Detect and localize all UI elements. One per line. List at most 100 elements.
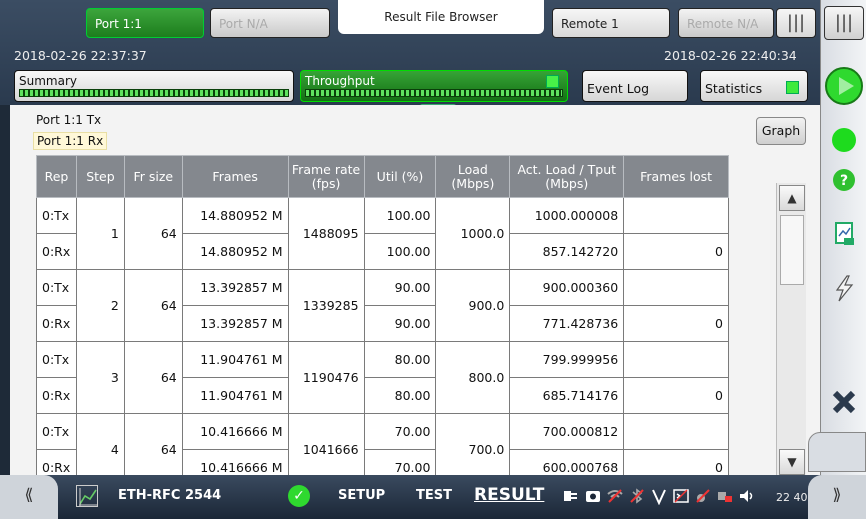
menu-button[interactable]: |||: [776, 8, 816, 38]
cell-frames: 13.392857 M: [181, 305, 289, 342]
cell-util: 80.00: [363, 377, 437, 414]
bluetooth-off-icon: [630, 488, 644, 504]
table-row[interactable]: 0:Tx 1 64 14.880952 M 1488095 100.00 1000.0 100…: [36, 197, 729, 270]
cell-load: 800.0: [435, 341, 511, 414]
tab-throughput-label: Throughput: [305, 74, 375, 88]
status-icons: [560, 485, 798, 509]
port-rx-label[interactable]: Port 1:1 Rx: [33, 132, 108, 150]
tab-port-na[interactable]: Port N/A: [210, 8, 330, 38]
cell-rep: 0:Rx: [36, 305, 77, 342]
results-panel: Port 1:1 Tx Port 1:1 Rx Graph Rep Step F…: [10, 105, 820, 475]
table-row[interactable]: 0:Tx 4 64 10.416666 M 1041666 70.00 700.0 700.0…: [36, 413, 729, 475]
menu-icon: |||: [786, 12, 806, 33]
status-led-button[interactable]: [824, 120, 864, 160]
tab-port-1-1[interactable]: Port 1:1: [86, 8, 204, 38]
summary-status-bar: [19, 89, 289, 97]
cell-rep: 0:Rx: [36, 449, 77, 475]
throughput-table[interactable]: Rep Step Fr size Frames Frame rate (fps)…: [36, 155, 771, 475]
svg-text:?: ?: [840, 173, 848, 189]
test-tab[interactable]: TEST: [416, 488, 452, 503]
tab-throughput[interactable]: Throughput: [300, 70, 568, 102]
cell-step: 4: [75, 413, 125, 475]
scroll-up-button[interactable]: ▲: [779, 185, 805, 211]
right-toolbar: ||| ?: [820, 0, 866, 475]
col-util[interactable]: Util (%): [363, 155, 437, 198]
test-type-icon[interactable]: [76, 485, 98, 507]
throughput-status-led: [546, 75, 559, 88]
col-frames[interactable]: Frames: [181, 155, 289, 198]
tab-statistics-label: Statistics: [705, 81, 763, 96]
bottom-bar: ⟪ ETH-RFC 2544 ✓ SETUP TEST RESULT 22 40…: [0, 475, 866, 519]
cell-fr-size: 64: [123, 269, 183, 342]
speaker-icon: [740, 490, 753, 502]
cell-frames-lost: 0: [623, 233, 729, 270]
table-row[interactable]: 0:Tx 2 64 13.392857 M 1339285 90.00 900.0 900.0…: [36, 269, 729, 342]
tab-event-log[interactable]: Event Log: [582, 70, 688, 102]
col-step[interactable]: Step: [75, 155, 125, 198]
report-button[interactable]: [824, 214, 864, 254]
col-load[interactable]: Load (Mbps): [435, 155, 511, 198]
play-icon: [825, 67, 863, 105]
left-expand-button[interactable]: ⟪: [0, 475, 58, 519]
tab-statistics[interactable]: Statistics: [700, 70, 808, 102]
stop-button[interactable]: [824, 382, 864, 422]
cell-frames: 10.416666 M: [181, 413, 289, 450]
col-rep[interactable]: Rep: [36, 155, 77, 198]
lightning-icon: [835, 275, 854, 302]
pass-check-icon: ✓: [288, 485, 310, 507]
cell-frames-lost: 0: [623, 305, 729, 342]
cell-util: 70.00: [363, 413, 437, 450]
table-scrollbar[interactable]: ▲ ▼: [776, 183, 806, 475]
cell-frames-lost: 0: [623, 449, 729, 475]
setup-tab[interactable]: SETUP: [338, 488, 385, 503]
tab-result-file-browser[interactable]: Result File Browser: [338, 0, 544, 34]
tab-summary-label: Summary: [19, 74, 77, 88]
cell-util: 90.00: [363, 305, 437, 342]
close-icon: [832, 390, 856, 414]
cell-step: 1: [75, 197, 125, 270]
current-datetime: 2018-02-26 22:40:34: [664, 48, 797, 63]
right-expand-button[interactable]: ⟫: [808, 475, 866, 519]
scroll-down-button[interactable]: ▼: [779, 449, 805, 475]
network-off-icon: [718, 492, 732, 502]
cell-fr-size: 64: [123, 197, 183, 270]
right-panel-handle[interactable]: [808, 432, 866, 472]
col-act-load[interactable]: Act. Load / Tput (Mbps): [509, 155, 625, 198]
cell-frames: 11.904761 M: [181, 341, 289, 378]
cell-util: 100.00: [363, 233, 437, 270]
cell-step: 3: [75, 341, 125, 414]
camera-icon: [586, 491, 600, 502]
cell-frames-lost: [623, 197, 729, 234]
cell-load: 1000.0: [435, 197, 511, 270]
cell-util: 70.00: [363, 449, 437, 475]
throughput-status-bar: [305, 89, 563, 97]
cell-load: 700.0: [435, 413, 511, 475]
table-row[interactable]: 0:Tx 3 64 11.904761 M 1190476 80.00 800.0 799.9…: [36, 341, 729, 414]
cell-load: 900.0: [435, 269, 511, 342]
cell-act-load: 771.428736: [509, 305, 625, 342]
tab-remote-1[interactable]: Remote 1: [552, 8, 670, 38]
cell-util: 80.00: [363, 341, 437, 378]
right-menu-button[interactable]: |||: [824, 6, 864, 40]
col-frames-lost[interactable]: Frames lost: [623, 155, 729, 198]
result-tab[interactable]: RESULT: [474, 485, 544, 505]
power-button[interactable]: [824, 268, 864, 308]
port-tx-label[interactable]: Port 1:1 Tx: [36, 113, 101, 127]
start-test-button[interactable]: [824, 66, 864, 106]
cell-frames: 10.416666 M: [181, 449, 289, 475]
cell-rep: 0:Tx: [36, 413, 77, 450]
help-button[interactable]: ?: [824, 160, 864, 200]
tab-remote-na[interactable]: Remote N/A: [678, 8, 774, 38]
terminal-icon: [673, 489, 689, 503]
tab-summary[interactable]: Summary: [14, 70, 294, 102]
scroll-thumb[interactable]: [780, 215, 804, 285]
cell-frames-lost: [623, 413, 729, 450]
col-frame-rate[interactable]: Frame rate (fps): [287, 155, 365, 198]
col-fr-size[interactable]: Fr size: [123, 155, 183, 198]
report-icon: [835, 222, 854, 245]
arrow-up-icon: ▲: [787, 191, 797, 205]
menu-icon: |||: [834, 12, 854, 33]
table-header-row: Rep Step Fr size Frames Frame rate (fps)…: [36, 155, 729, 198]
cell-frame-rate: 1041666: [287, 413, 365, 475]
graph-button[interactable]: Graph: [756, 117, 806, 145]
